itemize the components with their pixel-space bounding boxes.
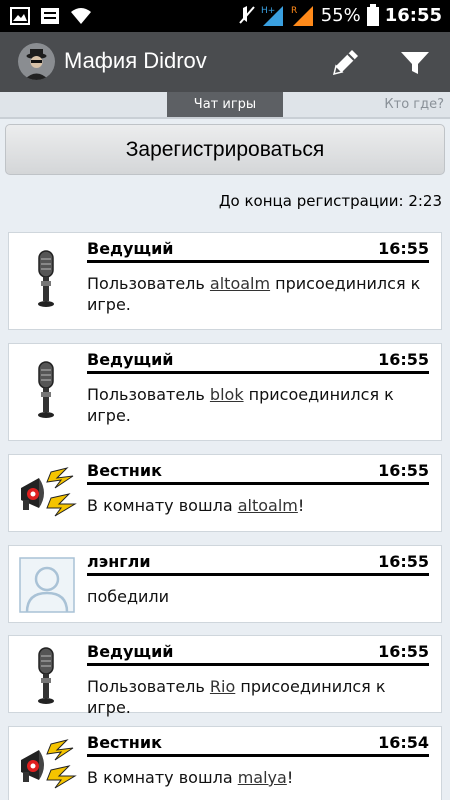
message-text: Пользователь Rio присоединился к игре. [87,677,386,717]
status-bar: H+ R 55% 16:55 [0,0,450,32]
svg-text:R: R [291,6,297,16]
avatar[interactable] [18,43,55,80]
app-title: Мафия Didrov [64,48,207,73]
chat-message: Вестник 16:55 В комнату вошла altoalm! [8,454,442,532]
message-time: 16:54 [378,733,429,752]
edit-button[interactable] [328,44,364,80]
image-icon [10,7,30,25]
message-text: В комнату вошла malya! [87,768,294,787]
message-author: Ведущий [87,239,174,258]
message-header: лэнгли 16:55 [87,552,429,576]
message-text: Пользователь blok присоединился к игре. [87,385,394,425]
message-author: Вестник [87,461,162,480]
filter-button[interactable] [397,44,433,80]
message-time: 16:55 [378,239,429,258]
tab-bar: Чат игры Кто где? [0,92,450,119]
battery-icon [366,4,379,26]
chat-message: лэнгли 16:55 победили [8,545,442,623]
message-text: Пользователь altoalm присоединился к игр… [87,274,421,314]
default-avatar-icon[interactable] [19,557,75,613]
message-time: 16:55 [378,552,429,571]
registration-countdown: До конца регистрации: 2:23 [218,192,442,210]
user-link[interactable]: altoalm [238,496,298,515]
user-link[interactable]: altoalm [210,274,270,293]
user-link[interactable]: Rio [210,677,235,696]
message-author: Ведущий [87,642,174,661]
chat-message: Ведущий 16:55 Пользователь altoalm присо… [8,232,442,330]
tab-game-chat[interactable]: Чат игры [167,92,283,117]
user-link[interactable]: blok [210,385,244,404]
message-header: Ведущий 16:55 [87,239,429,263]
svg-text:H+: H+ [261,6,275,16]
signal-h-icon: H+ [261,6,283,26]
wifi-icon [71,8,91,24]
message-text: победили [87,587,170,606]
message-author: Ведущий [87,350,174,369]
message-text: В комнату вошла altoalm! [87,496,305,515]
message-header: Вестник 16:55 [87,461,429,485]
message-time: 16:55 [378,642,429,661]
message-header: Ведущий 16:55 [87,642,429,666]
register-button[interactable]: Зарегистрироваться [5,124,445,175]
tab-who-where[interactable]: Кто где? [384,92,444,117]
microphone-icon [17,646,77,706]
message-author: Вестник [87,733,162,752]
megaphone-icon [17,736,77,796]
chat-message: Вестник 16:54 В комнату вошла malya! [8,726,442,800]
filter-icon [401,52,429,74]
pencil-icon [332,50,358,76]
message-time: 16:55 [378,461,429,480]
chat-message: Ведущий 16:55 Пользователь Rio присоедин… [8,635,442,717]
message-time: 16:55 [378,350,429,369]
microphone-icon [17,360,77,420]
mute-icon [238,6,255,24]
microphone-icon [17,249,77,309]
signal-r-icon: R [291,6,313,26]
notification-icon [41,8,59,24]
message-author: лэнгли [87,552,151,571]
action-bar: Мафия Didrov [0,32,450,92]
clock: 16:55 [384,4,442,26]
message-header: Ведущий 16:55 [87,350,429,374]
chat-message: Ведущий 16:55 Пользователь blok присоеди… [8,343,442,441]
battery-percent: 55% [320,4,361,26]
message-header: Вестник 16:54 [87,733,429,757]
user-link[interactable]: malya [238,768,287,787]
megaphone-icon [17,464,77,524]
